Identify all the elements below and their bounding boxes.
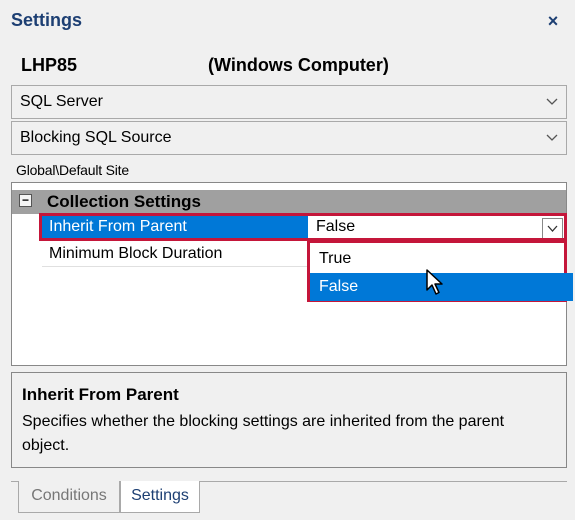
- settings-category-value: Blocking SQL Source: [20, 129, 172, 146]
- property-name-min-block[interactable]: Minimum Block Duration: [49, 245, 222, 263]
- settings-category-dropdown[interactable]: Blocking SQL Source: [11, 121, 567, 155]
- panel-titlebar: [0, 0, 575, 40]
- mouse-pointer-icon: [426, 269, 443, 295]
- panel-title: Settings: [11, 10, 83, 30]
- server-name: LHP85: [21, 55, 78, 75]
- close-icon[interactable]: ×: [542, 10, 564, 32]
- category-label: Collection Settings: [47, 192, 201, 211]
- scope-path: Global\Default Site: [16, 162, 129, 178]
- chevron-down-icon: [546, 134, 558, 141]
- row-divider: [42, 266, 308, 267]
- description-text: Specifies whether the blocking settings …: [22, 413, 505, 454]
- collapse-toggle-icon[interactable]: −: [19, 194, 32, 207]
- description-title: Inherit From Parent: [22, 385, 179, 404]
- server-type: (Windows Computer): [208, 55, 389, 75]
- object-type-value: SQL Server: [20, 93, 103, 110]
- object-type-dropdown[interactable]: SQL Server: [11, 85, 567, 119]
- selected-row-highlight: [39, 213, 567, 241]
- chevron-down-icon: [546, 98, 558, 105]
- tab-conditions[interactable]: Conditions: [18, 481, 120, 513]
- tab-settings[interactable]: Settings: [120, 481, 200, 513]
